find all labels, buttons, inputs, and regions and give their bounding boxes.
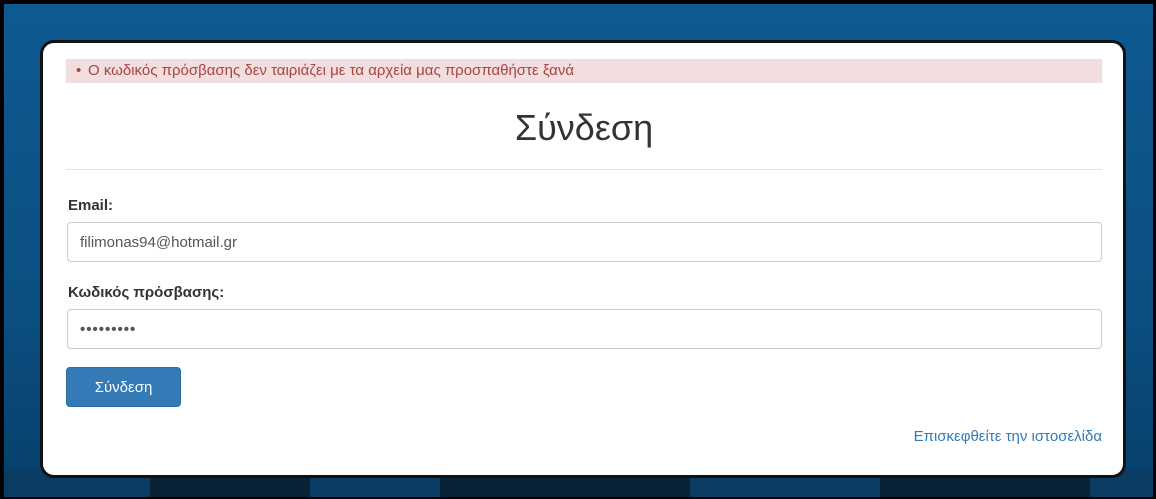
alert-bullet: • — [76, 62, 82, 79]
visit-website-link[interactable]: Επισκεφθείτε την ιστοσελίδα — [914, 428, 1102, 445]
password-label: Κωδικός πρόσβασης: — [68, 284, 225, 301]
password-field[interactable] — [67, 309, 1102, 349]
login-button[interactable]: Σύνδεση — [66, 367, 181, 407]
error-alert: • Ο κωδικός πρόσβασης δεν ταιριάζει με τ… — [66, 59, 1102, 83]
email-field[interactable] — [67, 222, 1102, 262]
alert-message: Ο κωδικός πρόσβασης δεν ταιριάζει με τα … — [88, 62, 575, 79]
email-label: Email: — [68, 197, 114, 214]
page-title: Σύνδεση — [514, 107, 654, 148]
divider — [66, 169, 1102, 170]
